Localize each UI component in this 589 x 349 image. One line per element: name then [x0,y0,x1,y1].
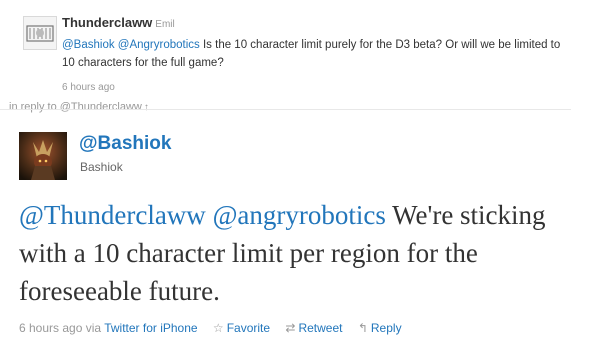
in-reply-to-label[interactable]: in reply to @Thunderclaww [9,101,142,113]
divider [0,109,571,110]
reply-icon: ↰ [357,321,368,335]
retweet-button[interactable]: ⇄ Retweet [285,321,342,335]
mention-link[interactable]: @Thunderclaww [19,200,206,230]
reply-avatar-image [24,17,56,49]
favorite-button[interactable]: ☆ Favorite [213,321,270,335]
reply-real-name: Emil [155,19,175,30]
reply-button[interactable]: ↰ Reply [358,321,402,335]
reply-avatar[interactable] [23,16,57,50]
arrow-up-icon: ↑ [143,102,149,113]
tweet-meta: 6 hours ago via Twitter for iPhone ☆ Favo… [19,321,402,335]
source-link[interactable]: Twitter for iPhone [104,321,197,335]
mention-link[interactable]: @Bashiok [62,39,115,51]
mention-link[interactable]: @Angryrobotics [118,39,200,51]
main-tweet-text: @Thunderclaww @angryrobotics We're stick… [19,196,579,310]
favorite-label: Favorite [226,321,271,335]
via-label: via [85,321,102,335]
main-username[interactable]: @Bashiok [79,133,171,155]
in-reply-to-link[interactable]: in reply to @Thunderclaww ↑ [9,101,149,113]
star-icon: ☆ [212,321,224,335]
main-avatar[interactable] [19,132,67,180]
reply-tweet-text: @Bashiok @Angryrobotics Is the 10 charac… [62,36,562,72]
reply-username[interactable]: Thunderclaww Emil [62,15,175,30]
reply-tweet: Thunderclaww Emil @Bashiok @Angryrobotics… [19,10,579,96]
main-timestamp[interactable]: 6 hours ago [19,321,82,335]
retweet-label: Retweet [298,321,343,335]
main-avatar-image [19,132,67,180]
reply-username-text[interactable]: Thunderclaww [62,15,152,30]
main-real-name: Bashiok [80,160,123,174]
retweet-icon: ⇄ [285,321,296,335]
reply-timestamp[interactable]: 6 hours ago [62,82,115,93]
reply-label: Reply [370,321,402,335]
mention-link[interactable]: @angryrobotics [213,200,386,230]
